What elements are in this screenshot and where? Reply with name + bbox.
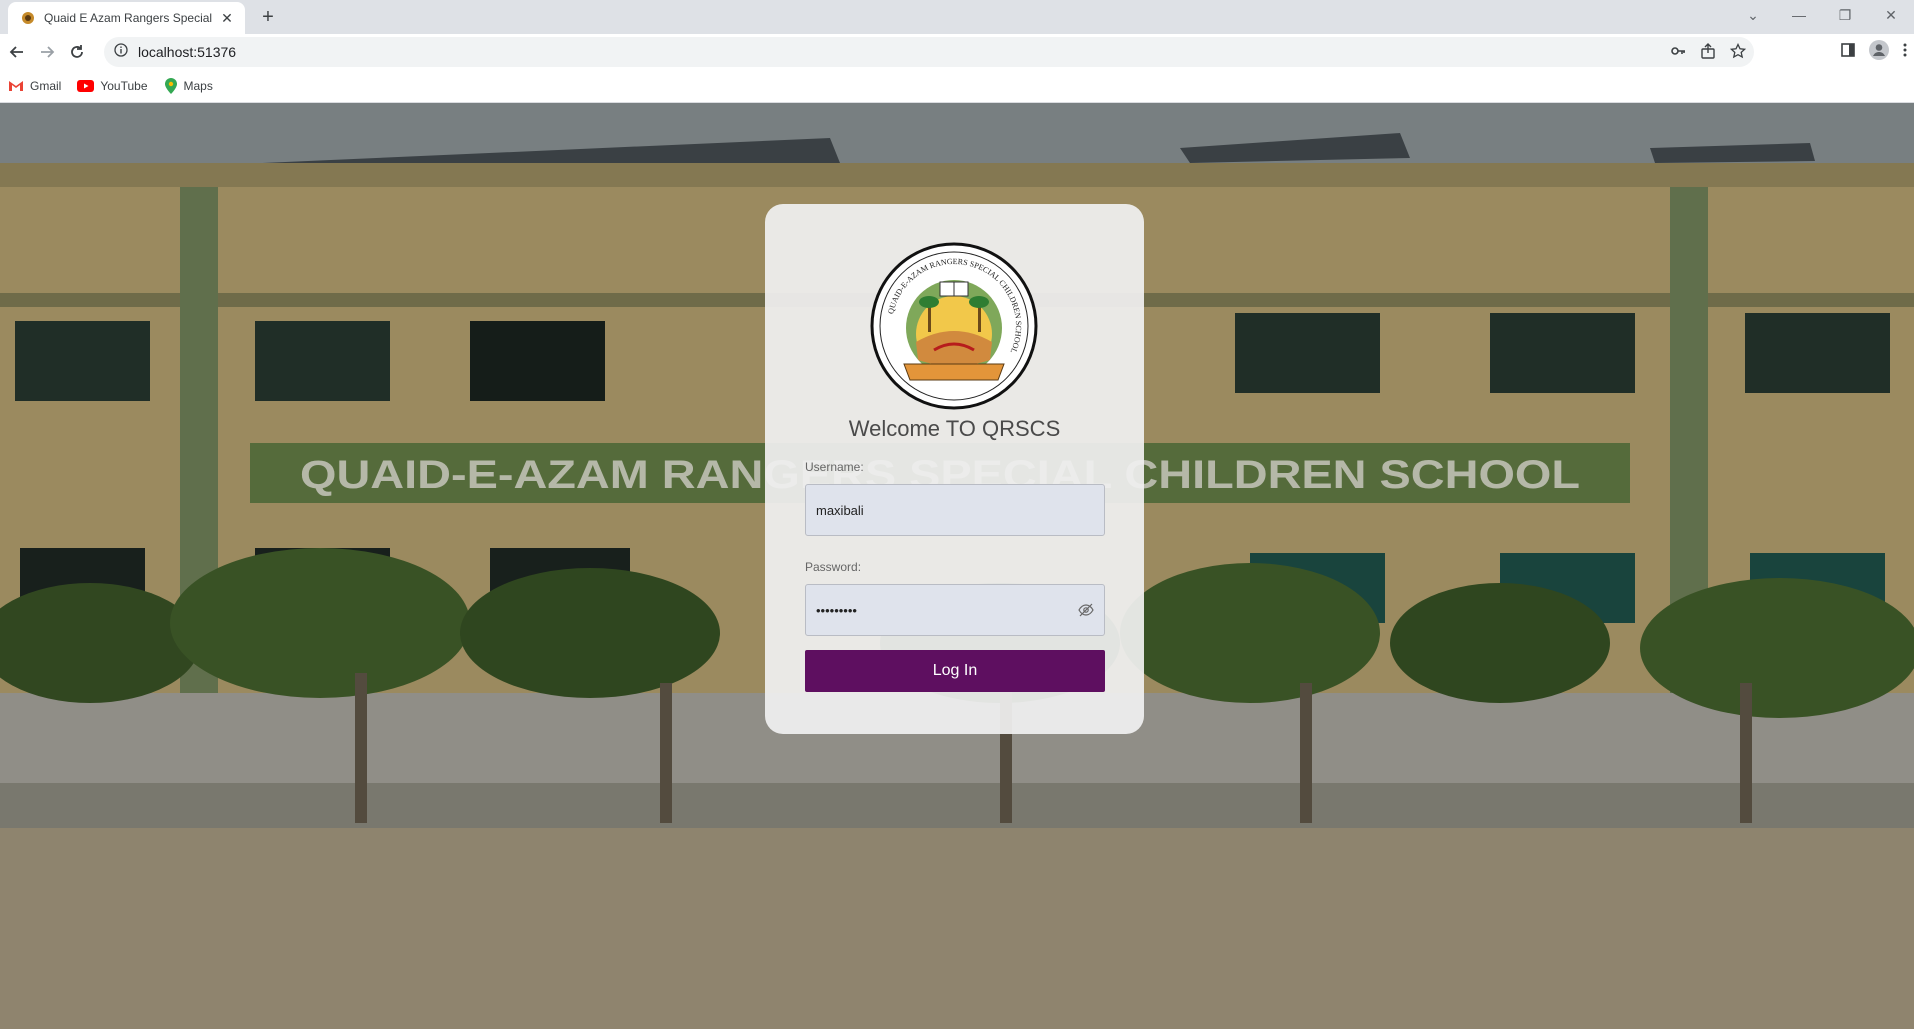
page-viewport: QUAID-E-AZAM RANGERS SPECIAL CHILDREN SC…	[0, 103, 1914, 1029]
tab-title: Quaid E Azam Rangers Special C	[44, 11, 213, 25]
tab-search-icon[interactable]: ⌄	[1730, 7, 1776, 24]
bookmark-label: YouTube	[100, 79, 148, 93]
bookmark-label: Maps	[183, 79, 213, 93]
profile-avatar-icon[interactable]	[1868, 39, 1890, 66]
username-label: Username:	[805, 460, 864, 474]
close-tab-icon[interactable]: ✕	[219, 10, 235, 26]
bookmark-gmail[interactable]: Gmail	[8, 79, 61, 93]
minimize-icon[interactable]: —	[1776, 7, 1822, 23]
password-label: Password:	[805, 560, 862, 574]
hide-password-icon[interactable]	[1078, 603, 1094, 620]
address-bar[interactable]: localhost:51376	[104, 37, 1754, 67]
bookmark-label: Gmail	[30, 79, 62, 93]
back-icon[interactable]	[4, 39, 30, 65]
url-text: localhost:51376	[138, 44, 237, 60]
bookmarks-bar: Gmail YouTube Maps	[0, 70, 1914, 103]
browser-tab[interactable]: Quaid E Azam Rangers Special C ✕	[8, 2, 245, 34]
bookmark-maps[interactable]: Maps	[164, 78, 213, 94]
welcome-heading: Welcome TO QRSCS	[848, 416, 1061, 441]
browser-toolbar: localhost:51376	[0, 34, 1914, 70]
login-card: QUAID-E-AZAM RANGERS SPECIAL CHILDREN SC…	[765, 204, 1144, 734]
maps-icon	[164, 78, 177, 94]
youtube-icon	[77, 80, 95, 92]
key-icon[interactable]	[1670, 43, 1686, 64]
gmail-icon	[9, 81, 23, 91]
password-value: •••••••••	[816, 602, 857, 618]
share-icon[interactable]	[1700, 43, 1716, 64]
password-input[interactable]: •••••••••	[805, 584, 1105, 636]
school-logo: QUAID-E-AZAM RANGERS SPECIAL CHILDREN SC…	[870, 242, 1038, 410]
site-favicon-icon	[20, 10, 36, 26]
close-window-icon[interactable]: ✕	[1868, 7, 1914, 24]
username-value: maxibali	[816, 502, 864, 518]
side-panel-icon[interactable]	[1840, 42, 1856, 63]
forward-icon[interactable]	[34, 39, 60, 65]
username-input[interactable]: maxibali	[805, 484, 1105, 536]
new-tab-button[interactable]: +	[254, 6, 282, 30]
window-controls: ⌄ — ❐ ✕	[1730, 0, 1914, 30]
browser-menu-icon[interactable]	[1902, 42, 1908, 63]
login-button[interactable]: Log In	[805, 650, 1105, 692]
bookmark-youtube[interactable]: YouTube	[77, 79, 148, 93]
tab-strip: Quaid E Azam Rangers Special C ✕ + ⌄ — ❐…	[0, 0, 1914, 34]
bookmark-star-icon[interactable]	[1729, 42, 1747, 64]
reload-icon[interactable]	[64, 39, 90, 65]
restore-icon[interactable]: ❐	[1822, 7, 1868, 24]
site-info-icon[interactable]	[114, 42, 128, 62]
